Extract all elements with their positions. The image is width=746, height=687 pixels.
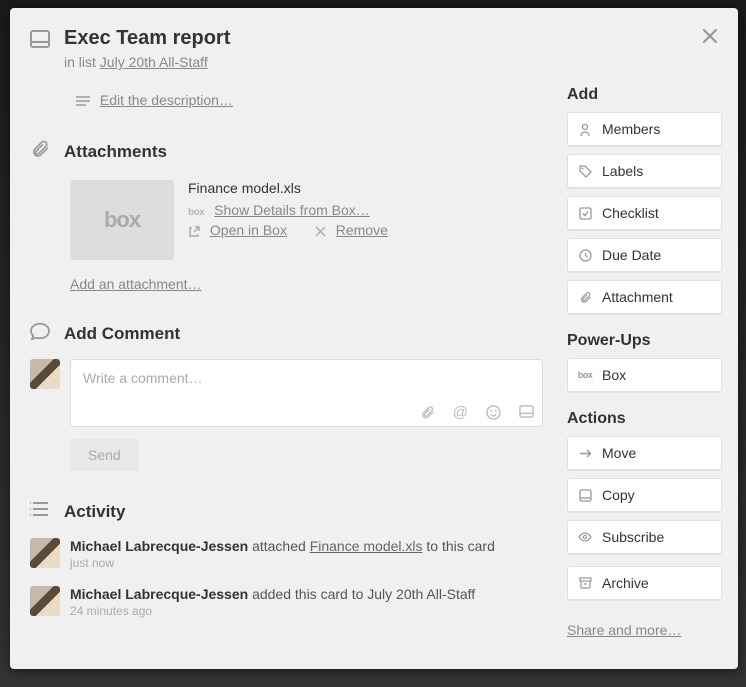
tag-icon	[578, 165, 592, 178]
card-title[interactable]: Exec Team report	[64, 26, 230, 50]
add-comment-heading: Add Comment	[64, 324, 180, 344]
activity-avatar	[30, 586, 60, 616]
card-list-location: in list July 20th All-Staff	[64, 54, 230, 70]
archive-icon	[578, 577, 592, 589]
user-avatar	[30, 359, 60, 389]
archive-button[interactable]: Archive	[567, 566, 722, 600]
copy-icon	[578, 489, 592, 502]
open-in-box-link[interactable]: Open in Box	[210, 222, 287, 238]
attachments-heading: Attachments	[64, 142, 167, 162]
labels-button[interactable]: Labels	[567, 154, 722, 188]
send-button[interactable]: Send	[70, 439, 139, 471]
clip-icon	[578, 291, 592, 304]
emoji-icon[interactable]	[486, 405, 501, 420]
remove-attachment-link[interactable]: Remove	[336, 222, 388, 238]
close-icon[interactable]	[696, 22, 724, 50]
attach-icon[interactable]	[420, 405, 435, 420]
due-date-button[interactable]: Due Date	[567, 238, 722, 272]
box-logo: box	[104, 207, 140, 233]
card-icon	[30, 30, 50, 53]
user-icon	[578, 123, 592, 136]
activity-timestamp: just now	[70, 556, 495, 570]
activity-object-link[interactable]: Finance model.xls	[310, 538, 423, 554]
activity-entry: Michael Labrecque-Jessen attached Financ…	[30, 538, 543, 570]
members-button[interactable]: Members	[567, 112, 722, 146]
attachment-button[interactable]: Attachment	[567, 280, 722, 314]
attachments-icon	[30, 139, 50, 164]
activity-heading: Activity	[64, 502, 125, 522]
box-icon: box	[578, 370, 592, 380]
attachment-filename: Finance model.xls	[188, 180, 388, 196]
mention-icon[interactable]: @	[453, 405, 468, 420]
description-icon	[76, 93, 90, 109]
show-details-link[interactable]: Show Details from Box…	[214, 202, 370, 218]
activity-entry: Michael Labrecque-Jessen added this card…	[30, 586, 543, 618]
clock-icon	[578, 249, 592, 262]
subscribe-button[interactable]: Subscribe	[567, 520, 722, 554]
attachment-thumbnail[interactable]: box	[70, 180, 174, 260]
edit-description-link[interactable]: Edit the description…	[100, 92, 233, 108]
checklist-button[interactable]: Checklist	[567, 196, 722, 230]
sidebar-powerups-heading: Power-Ups	[567, 332, 722, 350]
card-modal: Exec Team report in list July 20th All-S…	[10, 8, 738, 669]
comment-placeholder: Write a comment…	[83, 370, 203, 386]
powerup-box-button[interactable]: boxBox	[567, 358, 722, 392]
list-link[interactable]: July 20th All-Staff	[100, 54, 208, 70]
sidebar-add-heading: Add	[567, 86, 722, 104]
comment-icon	[30, 322, 50, 345]
box-icon: box	[188, 207, 204, 218]
checklist-icon	[578, 207, 592, 220]
activity-avatar	[30, 538, 60, 568]
arrow-right-icon	[578, 448, 592, 459]
activity-timestamp: 24 minutes ago	[70, 604, 475, 618]
share-more-link[interactable]: Share and more…	[567, 622, 681, 638]
sidebar-actions-heading: Actions	[567, 410, 722, 428]
eye-icon	[578, 532, 592, 542]
activity-icon	[30, 501, 50, 522]
attachment-item: box Finance model.xls box Show Details f…	[70, 180, 543, 260]
card-link-icon[interactable]	[519, 405, 534, 420]
copy-button[interactable]: Copy	[567, 478, 722, 512]
add-attachment-link[interactable]: Add an attachment…	[70, 276, 202, 292]
activity-actor: Michael Labrecque-Jessen	[70, 586, 248, 602]
external-link-icon	[188, 226, 200, 238]
comment-input[interactable]: Write a comment… @	[70, 359, 543, 427]
move-button[interactable]: Move	[567, 436, 722, 470]
remove-icon	[315, 226, 326, 237]
activity-actor: Michael Labrecque-Jessen	[70, 538, 248, 554]
